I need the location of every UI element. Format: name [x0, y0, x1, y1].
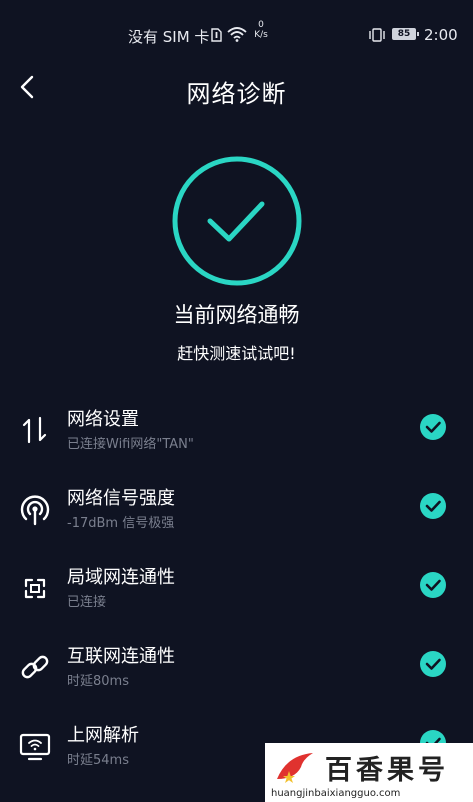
list-item-lan-connectivity[interactable]: 局域网连通性 已连接	[0, 563, 473, 633]
bird-logo-icon	[273, 749, 317, 789]
item-description: 时延80ms	[67, 674, 129, 689]
sim-card-icon	[211, 27, 222, 42]
check-circle-icon	[420, 493, 446, 519]
item-name: 局域网连通性	[67, 567, 175, 588]
speed-value: 0	[258, 20, 264, 30]
lan-frame-icon	[18, 571, 52, 605]
list-item-network-settings[interactable]: 网络设置 已连接Wifi网络"TAN"	[0, 405, 473, 475]
item-description: 已连接	[67, 595, 107, 610]
check-circle-icon	[420, 651, 446, 677]
item-name: 上网解析	[67, 725, 139, 746]
item-name: 网络设置	[67, 409, 139, 430]
signal-tower-icon	[18, 492, 52, 526]
network-speed: 0 K/s	[250, 20, 272, 40]
checkmark-icon	[172, 156, 302, 286]
page-title: 网络诊断	[186, 80, 287, 108]
item-description: -17dBm 信号极强	[67, 516, 175, 531]
check-circle-icon	[420, 414, 446, 440]
list-item-internet-connectivity[interactable]: 互联网连通性 时延80ms	[0, 642, 473, 712]
item-description: 已连接Wifi网络"TAN"	[67, 437, 194, 452]
network-status-title: 当前网络通畅	[173, 303, 300, 327]
watermark-url: huangjinbaixiangguo.com	[271, 788, 401, 799]
monitor-wifi-icon	[18, 729, 52, 763]
item-name: 互联网连通性	[67, 646, 175, 667]
item-description: 时延54ms	[67, 753, 129, 768]
status-bar: 没有 SIM 卡 0 K/s 85 2:00	[0, 0, 473, 70]
transfer-arrows-icon	[18, 413, 52, 447]
clock: 2:00	[424, 26, 458, 44]
check-circle-icon	[420, 572, 446, 598]
watermark-name: 百香果号	[325, 755, 449, 786]
vibrate-icon	[368, 27, 386, 42]
speed-unit: K/s	[254, 30, 268, 40]
link-icon	[18, 650, 52, 684]
network-status-subtitle: 赶快测速试试吧!	[177, 344, 296, 363]
item-name: 网络信号强度	[67, 488, 175, 509]
status-check-ring	[171, 155, 303, 287]
carrier-label: 没有 SIM 卡	[128, 28, 210, 46]
watermark: 百香果号 huangjinbaixiangguo.com	[265, 743, 473, 802]
battery-indicator: 85	[392, 28, 419, 40]
wifi-icon	[227, 26, 247, 42]
list-item-signal-strength[interactable]: 网络信号强度 -17dBm 信号极强	[0, 484, 473, 554]
